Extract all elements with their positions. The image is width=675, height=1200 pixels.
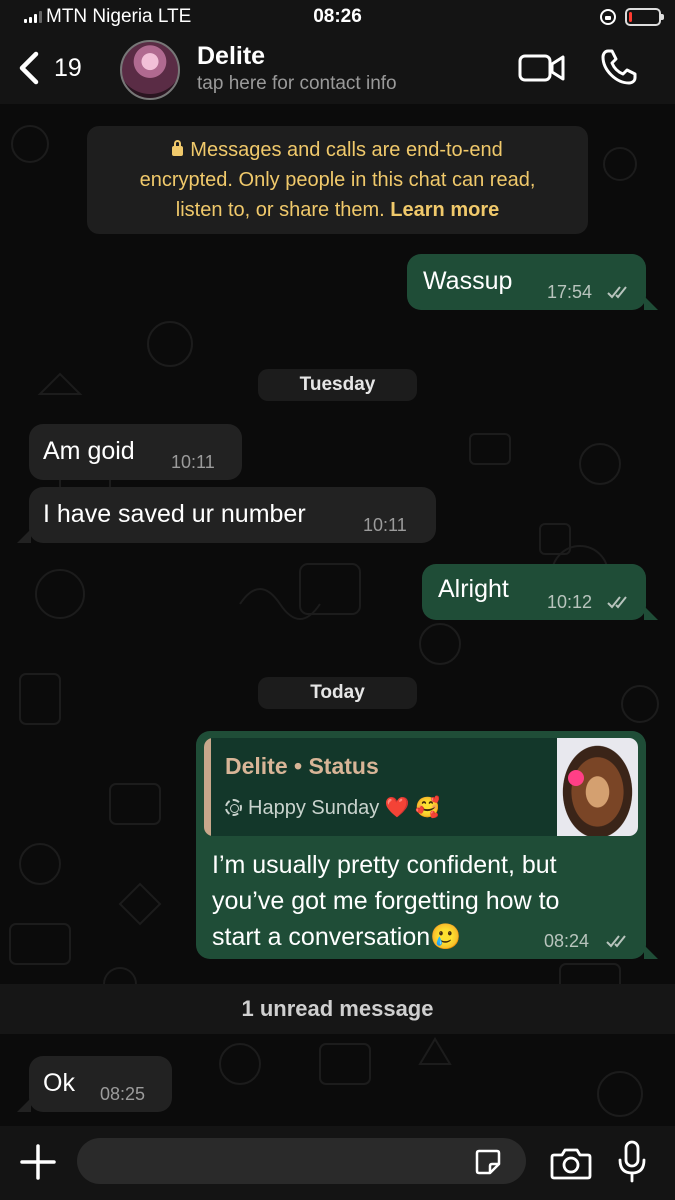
encryption-text-line2: encrypted. Only people in this chat can … [139,169,536,191]
read-receipt-icon [607,286,627,299]
camera-icon[interactable] [550,1146,592,1180]
message-text: Alright [438,575,509,603]
contact-avatar[interactable] [120,40,180,100]
status-icon [225,799,242,816]
message-time: 10:11 [363,515,407,535]
quoted-status-caption: Happy Sunday ❤️ 🥰 [248,797,441,819]
status-bar: MTN Nigeria LTE 08:26 [0,0,675,34]
message-bubble-status-reply[interactable]: Delite • Status Happy Sunday ❤️ 🥰 I’m us… [196,731,646,959]
date-separator: Tuesday [258,369,417,401]
message-time: 10:11 [171,452,215,472]
learn-more-link[interactable]: Learn more [390,199,499,221]
back-chevron-icon [19,51,39,85]
status-time: 08:26 [313,6,362,27]
date-separator: Today [258,677,417,709]
message-line: you’ve got me forgetting how to [212,887,560,915]
quoted-status[interactable]: Delite • Status Happy Sunday ❤️ 🥰 [204,738,638,836]
contact-info-hint[interactable]: tap here for contact info [197,73,397,95]
contact-name[interactable]: Delite [197,42,265,71]
chat-header: 19 Delite tap here for contact info [0,34,675,104]
video-call-icon[interactable] [518,52,566,84]
chat-messages[interactable]: Messages and calls are end-to-end encryp… [0,104,675,1126]
message-time: 10:12 [547,592,593,612]
bubble-tail [17,1098,31,1112]
quoted-status-caption-row: Happy Sunday ❤️ 🥰 [225,795,440,820]
lock-icon [172,140,184,156]
message-composer [0,1126,675,1200]
battery-icon [625,8,664,26]
encryption-notice[interactable]: Messages and calls are end-to-end encryp… [87,126,588,234]
message-line: start a conversation🥲 [212,923,462,951]
microphone-icon[interactable] [617,1140,647,1184]
quote-accent-bar [204,738,211,836]
quoted-status-title: Delite • Status [225,753,379,779]
bubble-tail [644,296,658,310]
message-input[interactable] [77,1138,526,1184]
bubble-tail [644,606,658,620]
bubble-tail [644,945,658,959]
unread-divider: 1 unread message [0,984,675,1034]
message-bubble-outgoing[interactable]: Wassup 17:54 [407,254,646,310]
read-receipt-icon [606,935,626,948]
plus-icon[interactable] [18,1142,58,1182]
sticker-icon[interactable] [474,1148,502,1176]
message-text: Ok [43,1069,75,1097]
unread-chats-count: 19 [54,53,82,82]
encryption-text-line3: listen to, or share them. [175,199,391,221]
message-time: 08:24 [544,931,590,951]
message-time: 08:25 [100,1084,146,1104]
message-bubble-incoming[interactable]: I have saved ur number 10:11 [29,487,436,543]
rotation-lock-icon [600,9,616,25]
message-time: 17:54 [547,282,593,302]
back-button[interactable]: 19 [16,44,82,92]
encryption-text-line1: Messages and calls are end-to-end [190,139,503,161]
message-line: I’m usually pretty confident, but [212,851,557,879]
message-bubble-outgoing[interactable]: Alright 10:12 [422,564,646,620]
read-receipt-icon [607,596,627,609]
message-text: Am goid [43,437,135,465]
bubble-tail [17,529,31,543]
message-bubble-incoming[interactable]: Am goid 10:11 [29,424,242,480]
message-bubble-incoming[interactable]: Ok 08:25 [29,1056,172,1112]
message-text: I’m usually pretty confident, but you’ve… [212,847,559,955]
message-text: I have saved ur number [43,500,306,528]
voice-call-icon[interactable] [600,48,638,86]
status-thumbnail [557,738,638,836]
message-text: Wassup [423,267,513,295]
